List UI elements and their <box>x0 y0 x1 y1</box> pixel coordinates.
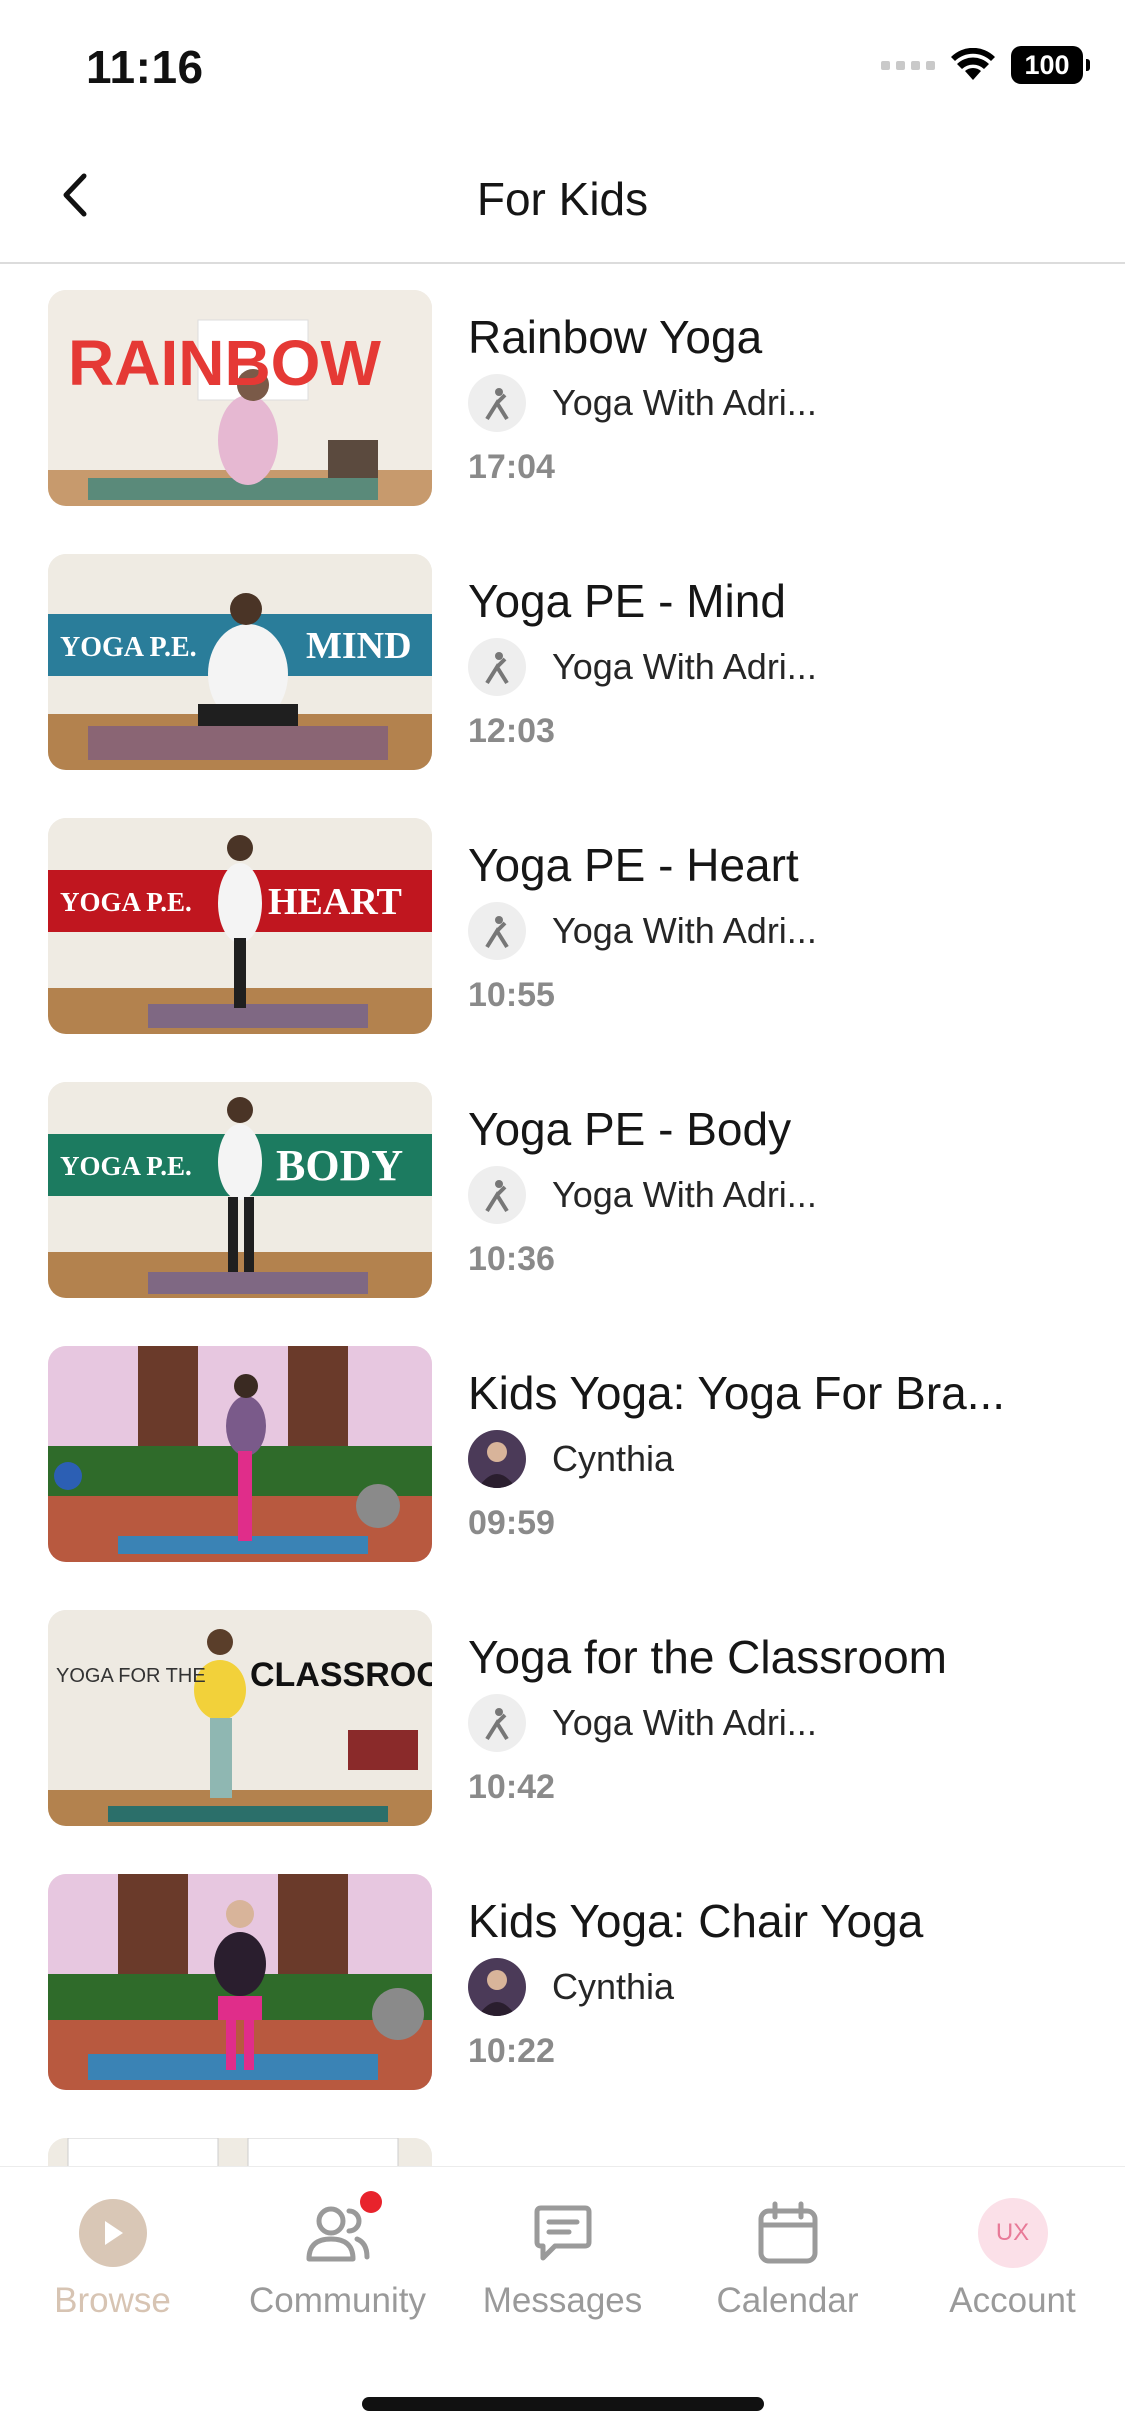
community-icon <box>302 2191 382 2269</box>
tab-label: Community <box>249 2281 426 2320</box>
video-duration: 10:22 <box>468 2032 555 2070</box>
screen: 11:16 100 For Kids RAINBOW Rainbow Yoga … <box>0 0 1125 2436</box>
calendar-icon <box>752 2197 824 2269</box>
video-thumbnail[interactable]: YOGA P.E. BODY <box>48 1082 432 1298</box>
thumbnail-text: YOGA P.E. <box>60 1151 192 1181</box>
tab-calendar[interactable]: Calendar <box>675 2197 900 2347</box>
thumbnail-text: RAINBOW <box>68 327 381 399</box>
video-row[interactable] <box>0 2114 1125 2166</box>
channel-name: Yoga With Adri... <box>552 1702 817 1743</box>
video-duration: 10:55 <box>468 976 555 1014</box>
thumbnail-text: HEART <box>268 881 402 923</box>
video-duration: 09:59 <box>468 1504 555 1542</box>
video-duration: 17:04 <box>468 448 555 486</box>
channel-avatar <box>468 1958 526 2016</box>
video-row[interactable]: YOGA P.E. BODY Yoga PE - Body Yoga With … <box>0 1058 1125 1322</box>
page-title: For Kids <box>476 173 649 225</box>
thumbnail-text: YOGA P.E. <box>60 887 192 917</box>
video-thumbnail[interactable]: YOGA P.E. MIND <box>48 554 432 770</box>
message-icon <box>527 2197 599 2269</box>
notification-badge <box>359 2191 382 2213</box>
status-icons: 100 <box>881 46 1090 84</box>
video-thumbnail[interactable]: YOGA P.E. HEART <box>48 818 432 1034</box>
tab-label: Messages <box>482 2281 643 2320</box>
status-time: 11:16 <box>86 41 204 93</box>
channel[interactable]: Yoga With Adri... <box>468 638 817 696</box>
video-thumbnail[interactable]: YOGA FOR THE CLASSROOM <box>48 1610 432 1826</box>
channel[interactable]: Yoga With Adri... <box>468 1166 817 1224</box>
thumbnail-text: YOGA P.E. <box>60 632 197 663</box>
channel-avatar <box>468 638 526 696</box>
tab-bar: Browse Community Messages Calendar UX Ac… <box>0 2166 1125 2436</box>
thumbnail-text: MIND <box>306 625 412 667</box>
tab-account[interactable]: UX Account <box>900 2197 1125 2347</box>
tab-browse[interactable]: Browse <box>0 2197 225 2347</box>
channel-avatar <box>468 902 526 960</box>
channel-name: Cynthia <box>552 1438 675 1479</box>
video-thumbnail[interactable]: RAINBOW <box>48 290 432 506</box>
video-row[interactable]: Kids Yoga: Chair Yoga Cynthia 10:22 <box>0 1850 1125 2114</box>
play-icon <box>77 2197 149 2269</box>
account-avatar: UX <box>977 2198 1048 2268</box>
video-row[interactable]: YOGA P.E. HEART Yoga PE - Heart Yoga Wit… <box>0 794 1125 1058</box>
thumbnail-text: CLASSROOM <box>250 1656 432 1694</box>
video-title[interactable]: Yoga PE - Heart <box>468 838 1088 892</box>
tab-label: Browse <box>54 2281 171 2320</box>
channel[interactable]: Cynthia <box>468 1430 674 1488</box>
channel-avatar <box>468 1430 526 1488</box>
video-duration: 10:36 <box>468 1240 555 1278</box>
channel-name: Yoga With Adri... <box>552 910 817 951</box>
video-title[interactable]: Kids Yoga: Chair Yoga <box>468 1894 1088 1948</box>
channel[interactable]: Yoga With Adri... <box>468 1694 817 1752</box>
tab-label: Calendar <box>716 2281 859 2320</box>
channel-avatar <box>468 1694 526 1752</box>
battery-icon: 100 <box>1011 46 1090 84</box>
video-title[interactable]: Yoga PE - Mind <box>468 574 1088 628</box>
channel[interactable]: Yoga With Adri... <box>468 902 817 960</box>
video-duration: 10:42 <box>468 1768 555 1806</box>
video-title[interactable]: Yoga PE - Body <box>468 1102 1088 1156</box>
channel[interactable]: Yoga With Adri... <box>468 374 817 432</box>
video-duration: 12:03 <box>468 712 555 750</box>
video-list[interactable]: RAINBOW Rainbow Yoga Yoga With Adri... 1… <box>0 266 1125 2166</box>
video-title[interactable]: Kids Yoga: Yoga For Bra... <box>468 1366 1088 1420</box>
tab-messages[interactable]: Messages <box>450 2197 675 2347</box>
channel-name: Cynthia <box>552 1966 675 2007</box>
video-title[interactable]: Rainbow Yoga <box>468 310 1088 364</box>
cellular-signal-icon <box>881 60 935 70</box>
video-thumbnail[interactable] <box>48 1874 432 2090</box>
video-row[interactable]: RAINBOW Rainbow Yoga Yoga With Adri... 1… <box>0 266 1125 530</box>
channel-avatar <box>468 374 526 432</box>
channel[interactable]: Cynthia <box>468 1958 674 2016</box>
status-bar: 11:16 100 <box>0 0 1125 132</box>
video-row[interactable]: Kids Yoga: Yoga For Bra... Cynthia 09:59 <box>0 1322 1125 1586</box>
thumbnail-text: BODY <box>276 1141 403 1190</box>
account-icon: UX <box>977 2197 1049 2269</box>
channel-name: Yoga With Adri... <box>552 646 817 687</box>
video-thumbnail[interactable] <box>48 2138 432 2166</box>
video-title[interactable]: Yoga for the Classroom <box>468 1630 1088 1684</box>
tab-label: Account <box>949 2281 1076 2320</box>
video-row[interactable]: YOGA FOR THE CLASSROOM Yoga for the Clas… <box>0 1586 1125 1850</box>
thumbnail-text: YOGA FOR THE <box>56 1665 206 1687</box>
channel-avatar <box>468 1166 526 1224</box>
channel-name: Yoga With Adri... <box>552 382 817 423</box>
wifi-icon <box>951 48 995 80</box>
channel-name: Yoga With Adri... <box>552 1174 817 1215</box>
nav-bar: For Kids <box>0 132 1125 264</box>
tab-community[interactable]: Community <box>225 2191 450 2347</box>
home-indicator <box>362 2397 764 2411</box>
video-thumbnail[interactable] <box>48 1346 432 1562</box>
video-row[interactable]: YOGA P.E. MIND Yoga PE - Mind Yoga With … <box>0 530 1125 794</box>
